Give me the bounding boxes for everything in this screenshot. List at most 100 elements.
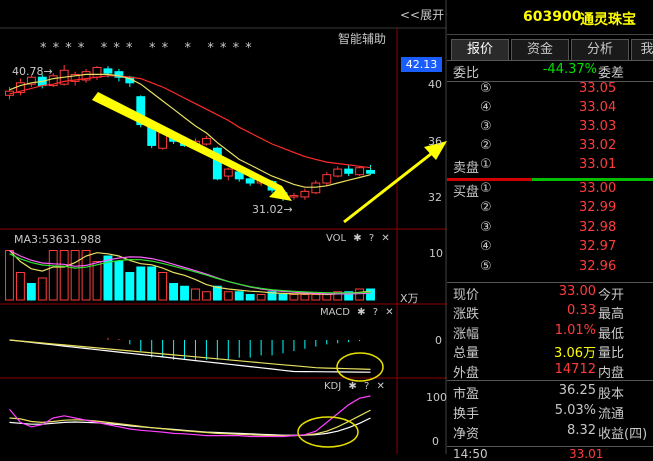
trend-arrow-annotation	[92, 92, 292, 201]
buy-level-row: 买盘 ① 33.00	[447, 180, 653, 200]
order-ratio-label: 委比	[453, 66, 480, 81]
buy-price: 32.98	[579, 219, 617, 235]
buy-price: 33.00	[579, 181, 617, 196]
sell-price: 33.03	[579, 119, 617, 134]
candle-body	[92, 66, 102, 78]
high-price-label: 40.78	[12, 65, 44, 78]
volume-bar	[5, 250, 14, 301]
price-tick-40: 40	[428, 78, 442, 91]
macd-dea-line	[9, 339, 371, 370]
tab-quote[interactable]: 报价	[451, 39, 509, 60]
order-ratio-value: -44.37%	[542, 62, 597, 77]
stat-value: 8.32	[567, 423, 596, 438]
volume-bar	[256, 294, 266, 301]
volume-bar	[92, 261, 102, 301]
volume-bar	[245, 294, 255, 301]
sell-price: 33.05	[579, 81, 617, 96]
macd-tick: 0	[435, 334, 442, 347]
high-price-marker: 40.78→	[12, 65, 53, 78]
volume-bars	[5, 249, 375, 301]
stat-row: 净资 8.32 收益(四)	[447, 422, 653, 442]
help-icon[interactable]: ?	[373, 307, 378, 318]
kdj-title: KDJ	[324, 381, 342, 392]
level-index: ①	[480, 181, 492, 196]
vol-pane-header: VOL ✱ ? ✕	[326, 233, 390, 244]
kdj-lines	[9, 395, 371, 438]
sell-level-row: ③ 33.03	[447, 118, 653, 138]
macd-pane-header: MACD ✱ ? ✕	[320, 307, 394, 318]
macd-title: MACD	[320, 307, 350, 318]
help-icon[interactable]: ?	[369, 233, 374, 244]
candle-body	[289, 195, 299, 198]
stat-row: 涨幅 1.01% 最低	[447, 322, 653, 342]
arrow-right-icon: →	[283, 203, 293, 216]
stock-code: 603900	[523, 9, 582, 25]
volume-bar	[191, 288, 200, 301]
stat-right-label: 今开	[598, 288, 625, 303]
volume-bar	[158, 272, 168, 301]
stat-label: 现价	[453, 288, 480, 303]
candle-body	[223, 168, 233, 177]
candle-body	[311, 182, 321, 194]
tab-funds[interactable]: 资金	[511, 39, 569, 60]
volume-bar	[70, 250, 80, 301]
low-price-marker: 31.02→	[252, 203, 293, 216]
volume-bar	[169, 283, 179, 301]
stat-value: 0.33	[567, 303, 596, 319]
kdj-pane-header: KDJ ✱ ? ✕	[324, 381, 385, 392]
gear-icon[interactable]: ✱	[348, 381, 356, 392]
level-index: ②	[480, 200, 492, 216]
stat-right-label: 最低	[598, 326, 625, 342]
price-tick-32: 32	[428, 191, 442, 204]
buy-price: 32.99	[579, 200, 617, 216]
stat-right-label: 量比	[598, 346, 625, 362]
stat-label: 市盈	[453, 387, 480, 402]
gear-icon[interactable]: ✱	[357, 307, 365, 318]
volume-bar	[26, 283, 36, 301]
moving-average-lines	[9, 73, 371, 188]
level-index: ④	[480, 100, 492, 115]
arrow-right-icon: →	[43, 65, 53, 78]
close-icon[interactable]: ✕	[385, 307, 393, 318]
trade-price-cut: 33.01	[569, 447, 604, 461]
stat-right-label: 流通	[598, 407, 625, 422]
tab-analysis[interactable]: 分析	[571, 39, 629, 60]
volume-bar	[15, 272, 25, 301]
candle-body	[322, 174, 332, 184]
stat-label: 涨跌	[453, 307, 480, 323]
help-icon[interactable]: ?	[364, 381, 369, 392]
close-icon[interactable]: ✕	[376, 381, 384, 392]
stat-value: 33.00	[558, 284, 596, 299]
buy-price: 32.97	[579, 239, 617, 255]
candle-body	[300, 190, 310, 198]
low-price-label: 31.02	[252, 203, 284, 216]
sell-price: 33.04	[579, 100, 617, 115]
volume-bar	[180, 285, 189, 301]
vol-title: VOL	[326, 233, 347, 244]
candle-body	[103, 68, 113, 74]
level-index: ⑤	[480, 81, 492, 96]
tab-more[interactable]: 我	[631, 39, 653, 60]
stat-row: 现价 33.00 今开	[447, 283, 653, 303]
level-index: ②	[480, 138, 492, 153]
close-icon[interactable]: ✕	[381, 233, 389, 244]
stock-name: 通灵珠宝	[580, 12, 636, 28]
assist-label[interactable]: 智能辅助	[338, 30, 386, 47]
stat-right-label: 内盘	[598, 365, 625, 381]
volume-bar	[355, 288, 365, 301]
stat-value: 3.06万	[554, 346, 596, 362]
quote-panel: 603900 通灵珠宝 报价 资金 分析 我 委比 -44.37% 委差 ⑤ 33…	[447, 0, 653, 461]
gear-icon[interactable]: ✱	[353, 233, 361, 244]
ma-short-line	[9, 73, 371, 188]
level-index: ④	[480, 239, 492, 255]
stat-value: 36.25	[558, 383, 596, 398]
stat-row: 总量 3.06万 量比	[447, 341, 653, 361]
stat-label: 换手	[453, 407, 480, 422]
level-index: ⑤	[480, 258, 492, 274]
vol-unit: X万	[400, 292, 419, 305]
candlestick-series	[5, 64, 375, 201]
stat-value: 1.01%	[554, 322, 596, 338]
sell-price: 33.02	[579, 138, 617, 153]
divider-line	[447, 380, 653, 381]
expand-button[interactable]: <<展开	[400, 6, 444, 23]
